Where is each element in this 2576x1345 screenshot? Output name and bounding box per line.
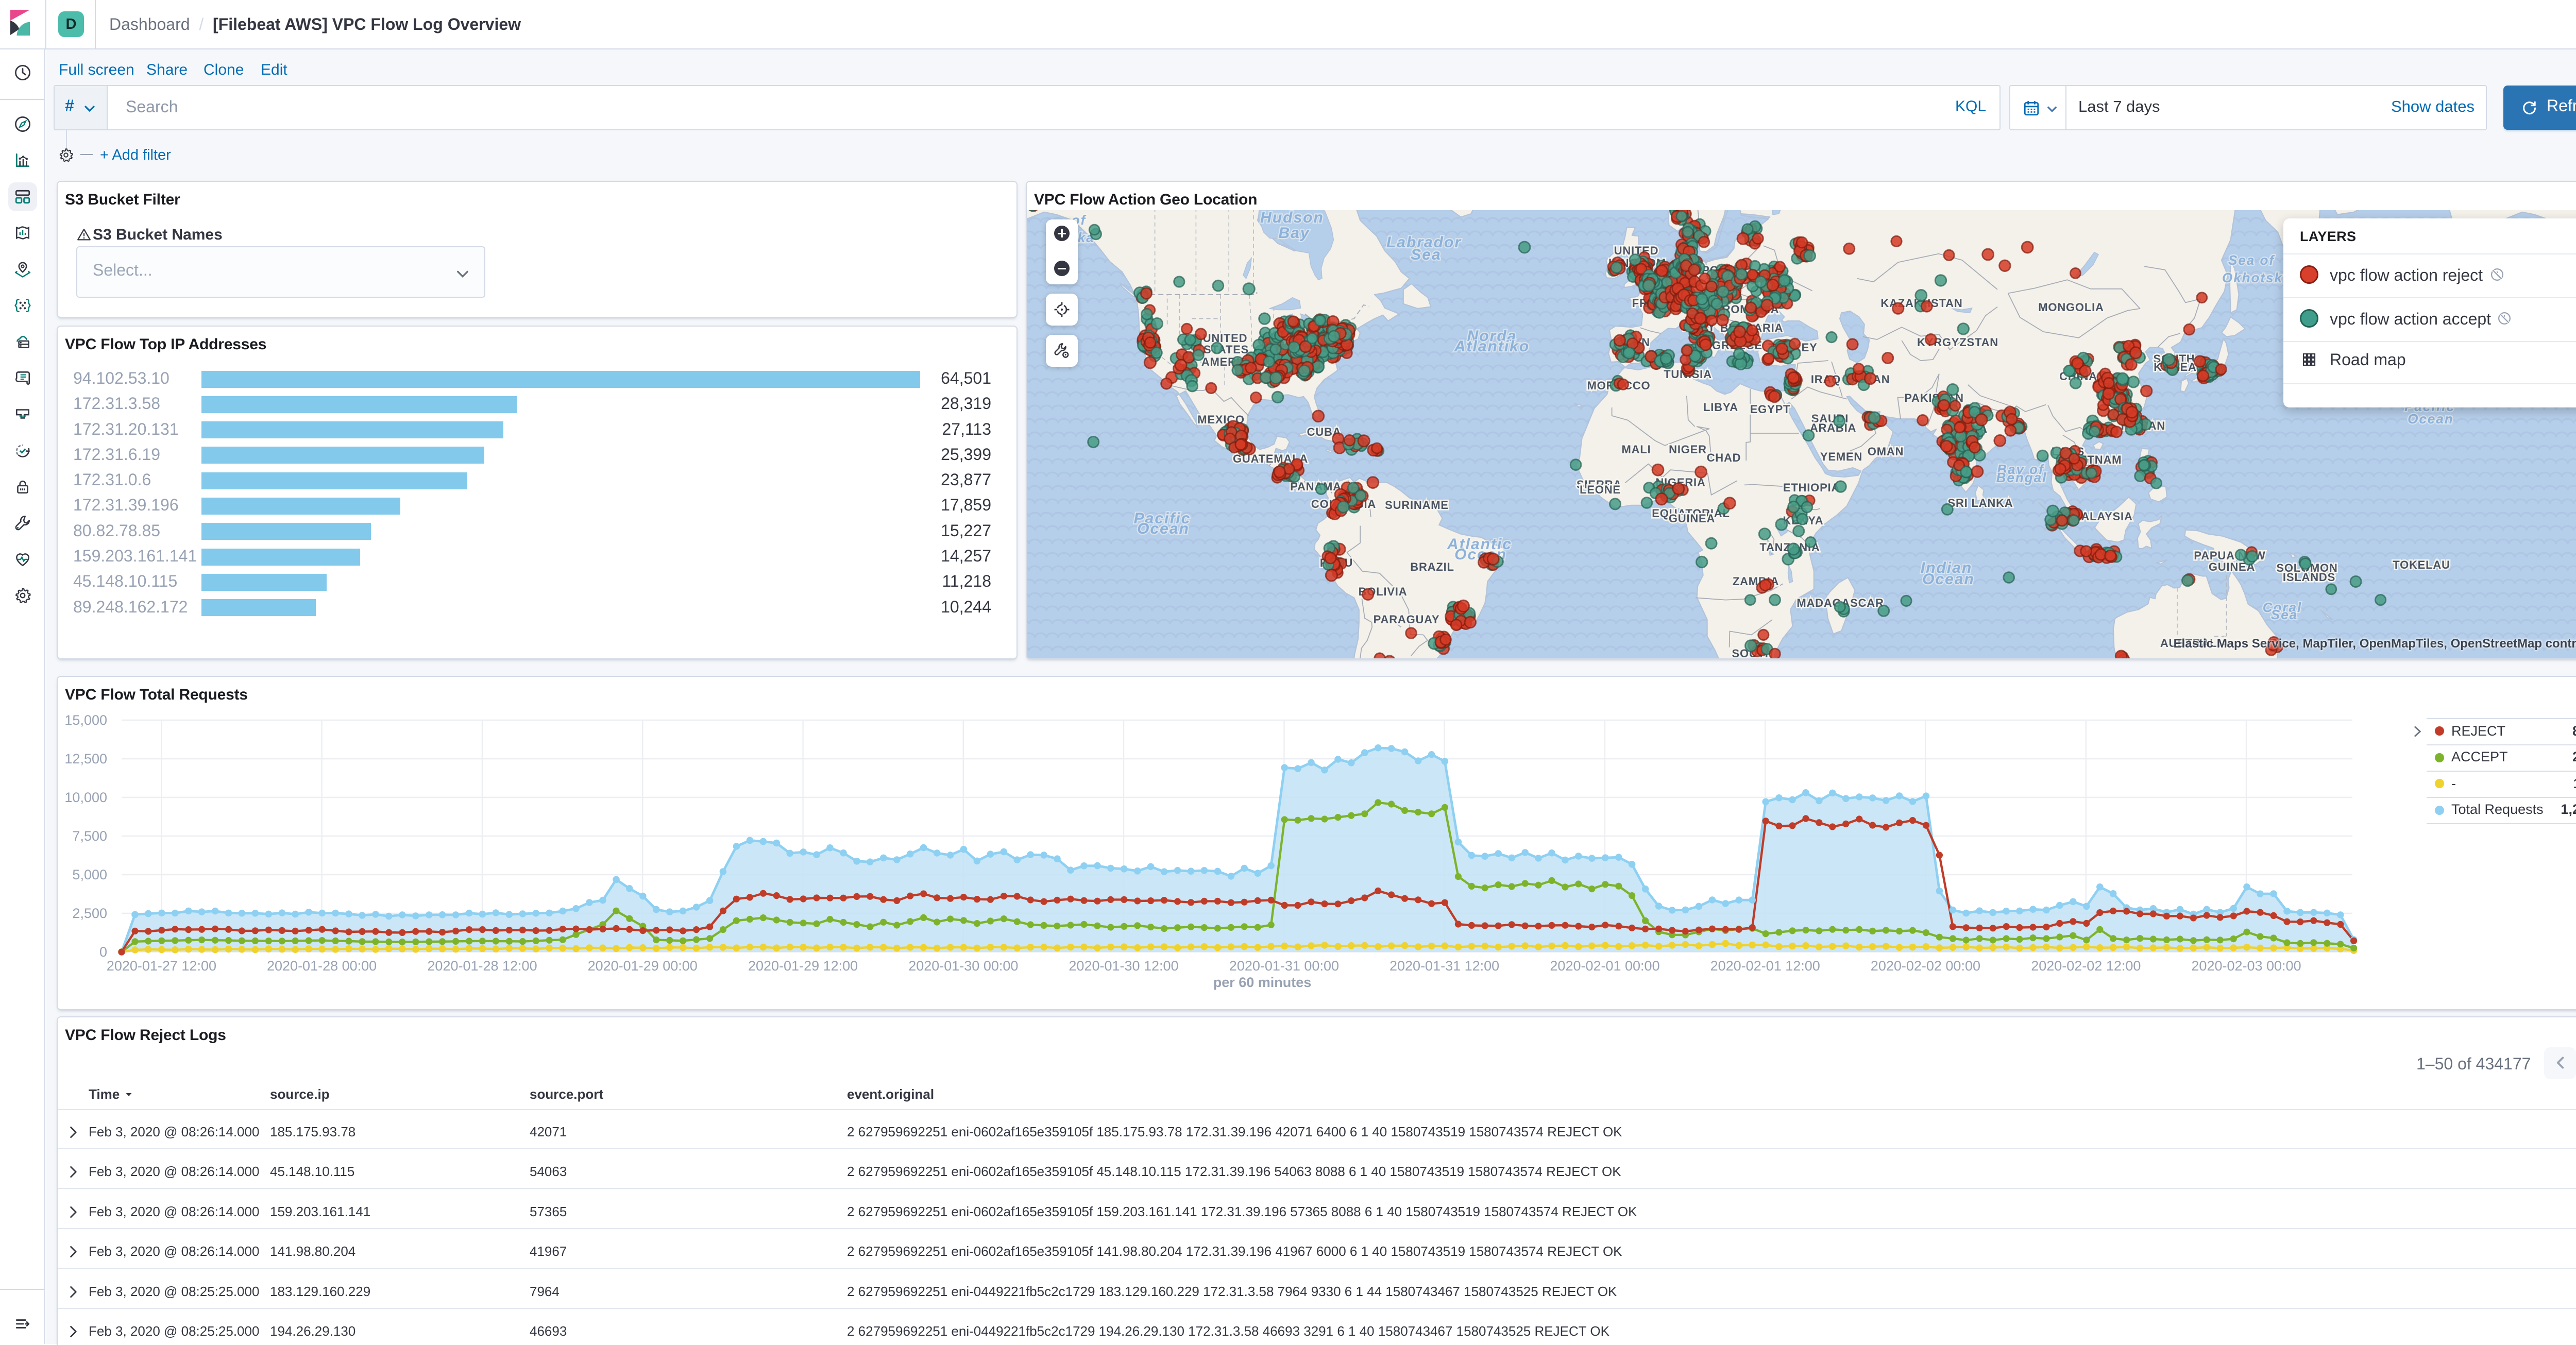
svg-text:LEONE: LEONE [1580, 483, 1621, 496]
svg-text:15,000: 15,000 [64, 712, 107, 728]
svg-text:2020-02-01 00:00: 2020-02-01 00:00 [1550, 958, 1659, 974]
svg-text:2020-01-29 12:00: 2020-01-29 12:00 [748, 958, 858, 974]
svg-text:2020-01-31 12:00: 2020-01-31 12:00 [1389, 958, 1499, 974]
svg-text:GUINEA: GUINEA [1669, 512, 1715, 525]
svg-text:Bengal: Bengal [1996, 470, 2047, 485]
svg-text:LIBYA: LIBYA [1703, 401, 1738, 414]
svg-text:ISLANDS: ISLANDS [2283, 571, 2335, 584]
svg-text:2020-02-02 12:00: 2020-02-02 12:00 [2031, 958, 2141, 974]
svg-text:CHAD: CHAD [1707, 451, 1741, 464]
svg-text:2020-01-31 00:00: 2020-01-31 00:00 [1229, 958, 1339, 974]
svg-text:Ocean: Ocean [1922, 571, 1975, 588]
svg-text:0: 0 [99, 944, 107, 960]
svg-text:SURINAME: SURINAME [1385, 499, 1449, 512]
svg-text:10,000: 10,000 [64, 790, 107, 805]
svg-text:2,500: 2,500 [72, 906, 107, 921]
svg-text:Hudson: Hudson [1260, 210, 1324, 226]
svg-text:Ocean: Ocean [1137, 520, 1190, 537]
svg-text:BRAZIL: BRAZIL [1410, 560, 1454, 573]
svg-text:Okhotsk: Okhotsk [2222, 270, 2283, 285]
svg-text:MALI: MALI [1622, 443, 1651, 456]
svg-text:TOKELAU: TOKELAU [2393, 558, 2450, 571]
svg-text:2020-01-29 00:00: 2020-01-29 00:00 [588, 958, 698, 974]
svg-text:2020-02-03 00:00: 2020-02-03 00:00 [2191, 958, 2301, 974]
svg-text:2020-01-28 12:00: 2020-01-28 12:00 [427, 958, 537, 974]
svg-text:7,500: 7,500 [72, 828, 107, 844]
svg-text:Sea: Sea [1411, 246, 1441, 263]
svg-text:ARABIA: ARABIA [1810, 421, 1856, 434]
svg-text:OMAN: OMAN [1868, 445, 1904, 458]
svg-text:2020-02-01 12:00: 2020-02-01 12:00 [1710, 958, 1820, 974]
svg-text:NIGER: NIGER [1669, 443, 1707, 456]
svg-text:5,000: 5,000 [72, 867, 107, 882]
svg-text:2020-02-02 00:00: 2020-02-02 00:00 [1871, 958, 1980, 974]
svg-text:EGYPT: EGYPT [1750, 403, 1791, 416]
svg-text:2020-01-30 12:00: 2020-01-30 12:00 [1069, 958, 1178, 974]
svg-text:Sea of: Sea of [2228, 252, 2275, 268]
svg-text:PARAGUAY: PARAGUAY [1374, 613, 1440, 626]
svg-text:Atlantiko: Atlantiko [1454, 338, 1530, 355]
svg-text:Ocean: Ocean [2408, 411, 2454, 427]
svg-text:per 60 minutes: per 60 minutes [1213, 975, 1312, 990]
svg-text:2020-01-30 00:00: 2020-01-30 00:00 [908, 958, 1018, 974]
svg-text:STATES: STATES [1204, 343, 1249, 356]
svg-text:MONGOLIA: MONGOLIA [2038, 301, 2104, 314]
svg-text:ETHIOPIA: ETHIOPIA [1783, 481, 1840, 494]
svg-text:SRI LANKA: SRI LANKA [1948, 497, 2013, 509]
svg-text:2020-01-28 00:00: 2020-01-28 00:00 [267, 958, 377, 974]
svg-text:Bay: Bay [1278, 225, 1310, 242]
svg-text:Sea: Sea [2271, 607, 2298, 622]
svg-text:YEMEN: YEMEN [1820, 450, 1862, 463]
svg-text:2020-01-27 12:00: 2020-01-27 12:00 [107, 958, 216, 974]
svg-text:12,500: 12,500 [64, 751, 107, 767]
